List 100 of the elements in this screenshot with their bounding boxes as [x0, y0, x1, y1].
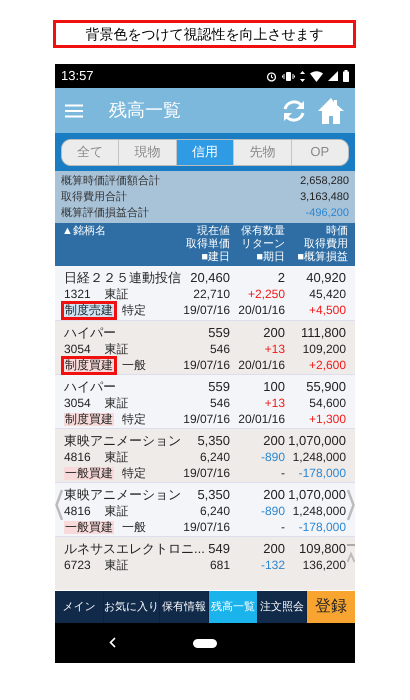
nav-tab[interactable]: お気に入り	[104, 591, 159, 623]
quantity: 200	[263, 486, 285, 504]
acquisition-cost: 1,248,000	[292, 449, 346, 466]
quantity: 2	[278, 269, 285, 287]
stock-name[interactable]: ハイパー	[64, 379, 116, 394]
due-date: 20/01/16	[238, 413, 285, 426]
return-value: +2,250	[248, 286, 285, 303]
summary-value: 3,163,480	[300, 190, 349, 205]
home-pill[interactable]	[193, 638, 217, 648]
quantity: 100	[263, 378, 285, 396]
clock-time: 13:57	[61, 67, 94, 86]
home-icon[interactable]	[317, 96, 345, 124]
chevron-up-icon[interactable]	[347, 544, 355, 564]
column-header: 保有数量	[241, 225, 285, 238]
trade-type-tag: 制度買建	[64, 413, 114, 426]
column-header: ■期日	[256, 251, 285, 264]
market-name: 東証	[104, 395, 129, 412]
open-date: 19/07/16	[183, 304, 230, 317]
nav-tab[interactable]: メイン	[55, 591, 103, 623]
due-date: -	[281, 467, 285, 480]
acquisition-cost: 54,600	[309, 395, 346, 412]
market-name: 東証	[104, 286, 129, 303]
stock-name[interactable]: 東映アニメーション	[64, 487, 181, 502]
current-price: 5,350	[197, 432, 230, 450]
open-date: 19/07/16	[183, 521, 230, 534]
stock-code: 1321	[64, 286, 91, 303]
summary-label: 概算評価損益合計	[61, 206, 149, 221]
account-type: 一般	[122, 359, 146, 372]
market-value: 1,070,000	[288, 432, 346, 450]
due-date: 20/01/16	[238, 304, 285, 317]
refresh-icon[interactable]	[281, 98, 307, 124]
wifi-icon	[310, 70, 323, 82]
column-header: ■建日	[201, 251, 230, 264]
market-name: 東証	[104, 449, 129, 466]
market-value: 1,070,000	[288, 486, 346, 504]
market-value: 40,920	[306, 269, 346, 287]
chevron-left-icon[interactable]	[55, 489, 63, 521]
unit-cost: 22,710	[193, 286, 230, 303]
due-date: -	[281, 521, 285, 534]
market-value: 55,900	[306, 378, 346, 396]
nav-tab[interactable]: 保有情報	[160, 591, 208, 623]
stock-name[interactable]: ルネサスエレクトロニ...	[64, 541, 205, 556]
signal-icon	[328, 71, 338, 81]
unit-cost: 6,240	[200, 449, 230, 466]
column-header: ▲銘柄名	[62, 225, 106, 238]
return-value: +13	[264, 341, 285, 358]
stock-name[interactable]: 東映アニメーション	[64, 433, 181, 448]
summary-label: 概算時価評価額合計	[61, 174, 160, 189]
market-name: 東証	[104, 503, 129, 520]
screen-title: 残高一覧	[109, 99, 181, 122]
acquisition-cost: 45,420	[309, 286, 346, 303]
profit-value: -178,000	[298, 467, 346, 480]
market-value: 111,800	[300, 324, 346, 342]
back-icon[interactable]	[109, 637, 116, 648]
profit-value: +1,300	[308, 413, 346, 426]
vibrate-icon	[282, 70, 295, 82]
unit-cost: 6,240	[200, 503, 230, 520]
stock-name[interactable]: 日経２２５連動投信	[64, 270, 181, 285]
stock-code: 3054	[64, 395, 91, 412]
return-value: +13	[264, 395, 285, 412]
open-date: 19/07/16	[183, 413, 230, 426]
current-price: 20,460	[190, 269, 230, 287]
acquisition-cost: 1,248,000	[292, 503, 346, 520]
column-header: 取得単価	[186, 238, 230, 251]
unit-cost: 681	[210, 557, 230, 574]
summary-value: -496,200	[306, 206, 349, 221]
current-price: 549	[208, 540, 230, 558]
trade-type-tag: 制度売建	[64, 304, 114, 317]
register-button[interactable]: 登録	[307, 591, 355, 623]
stock-code: 6723	[64, 557, 91, 574]
account-type: 特定	[122, 413, 146, 426]
current-price: 5,350	[197, 486, 230, 504]
account-type: 一般	[122, 521, 146, 534]
quantity: 200	[263, 432, 285, 450]
column-header: ■概算損益	[297, 251, 348, 264]
profit-value: +2,600	[308, 359, 346, 372]
stock-code: 4816	[64, 449, 91, 466]
alarm-icon	[266, 70, 277, 82]
due-date: 20/01/16	[238, 359, 285, 372]
column-header: 時価	[326, 225, 348, 238]
battery-icon	[343, 70, 349, 82]
profit-value: -178,000	[298, 521, 346, 534]
summary-label: 取得費用合計	[61, 190, 127, 205]
stock-name[interactable]: ハイパー	[64, 325, 116, 340]
column-header: リターン	[241, 238, 285, 251]
trade-type-tag: 一般買建	[64, 521, 114, 534]
market-value: 109,800	[299, 540, 346, 558]
caption-box: 背景色をつけて視認性を向上させます	[53, 20, 356, 48]
return-value: -890	[260, 503, 285, 520]
data-arrows-icon	[300, 70, 305, 82]
chevron-right-icon[interactable]	[347, 489, 355, 521]
acquisition-cost: 109,200	[302, 341, 346, 358]
summary-value: 2,658,280	[300, 174, 349, 189]
nav-tab[interactable]: 注文照会	[258, 591, 306, 623]
menu-icon[interactable]	[65, 104, 83, 118]
unit-cost: 546	[210, 341, 230, 358]
open-date: 19/07/16	[183, 467, 230, 480]
column-header: 取得費用	[304, 238, 348, 251]
acquisition-cost: 136,200	[302, 557, 346, 574]
unit-cost: 546	[210, 395, 230, 412]
